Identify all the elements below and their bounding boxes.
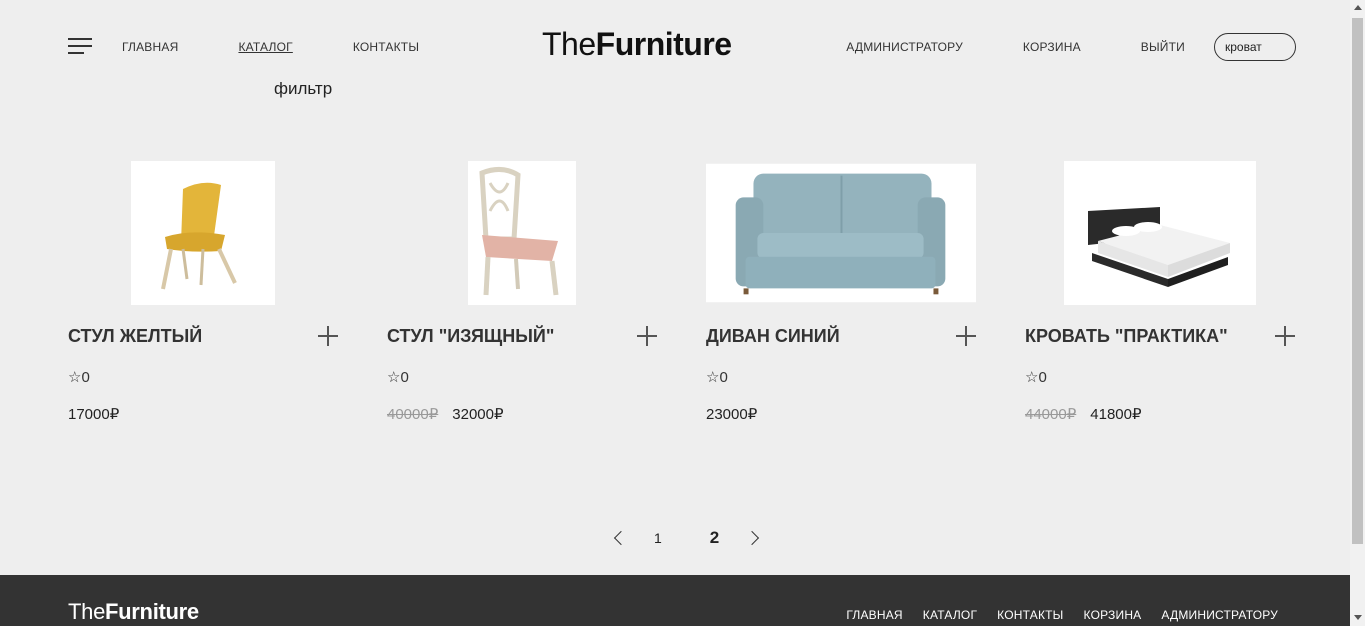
nav-link-home[interactable]: ГЛАВНАЯ (122, 40, 178, 54)
product-image[interactable] (1025, 160, 1295, 306)
nav-link-contacts[interactable]: КОНТАКТЫ (353, 40, 419, 54)
product-prices: 40000₽ 32000₽ (387, 405, 504, 423)
product-old-price: 40000₽ (387, 406, 439, 423)
product-image[interactable] (706, 160, 976, 306)
nav-link-logout[interactable]: ВЫЙТИ (1141, 40, 1185, 54)
site-logo[interactable]: TheFurniture (542, 26, 732, 63)
product-price: 17000₽ (68, 406, 120, 423)
page-link-2[interactable]: 2 (710, 528, 719, 548)
chair-yellow-image (131, 161, 275, 305)
search-input[interactable] (1214, 33, 1296, 61)
pagination: 1 2 (610, 528, 760, 548)
footer-logo[interactable]: TheFurniture (68, 599, 199, 625)
logo-light: The (542, 26, 596, 62)
footer-link-home[interactable]: ГЛАВНАЯ (846, 608, 902, 622)
nav-link-cart[interactable]: КОРЗИНА (1023, 40, 1081, 54)
product-rating: ☆0 (1025, 369, 1047, 386)
product-card[interactable]: ДИВАН СИНИЙ ☆0 23000₽ (706, 160, 976, 423)
footer-logo-light: The (68, 599, 106, 624)
menu-icon[interactable] (68, 38, 92, 56)
product-title[interactable]: КРОВАТЬ "ПРАКТИКА" (1025, 326, 1228, 347)
product-image[interactable] (68, 160, 338, 306)
footer-link-contacts[interactable]: КОНТАКТЫ (997, 608, 1063, 622)
product-title[interactable]: СТУЛ "ИЗЯЩНЫЙ" (387, 326, 554, 347)
product-old-price: 44000₽ (1025, 406, 1077, 423)
sofa-blue-image (706, 163, 976, 303)
add-to-cart-icon[interactable] (637, 326, 657, 346)
footer-link-admin[interactable]: АДМИНИСТРАТОРУ (1161, 608, 1278, 622)
vertical-scrollbar[interactable] (1350, 0, 1365, 626)
product-title[interactable]: ДИВАН СИНИЙ (706, 326, 840, 347)
product-prices: 23000₽ (706, 405, 757, 423)
filter-button[interactable]: фильтр (274, 79, 332, 99)
product-rating: ☆0 (706, 369, 728, 386)
product-prices: 17000₽ (68, 405, 119, 423)
add-to-cart-icon[interactable] (1275, 326, 1295, 346)
scroll-up-icon[interactable] (1354, 5, 1362, 10)
footer: TheFurniture ГЛАВНАЯ КАТАЛОГ КОНТАКТЫ КО… (0, 575, 1350, 626)
scroll-down-icon[interactable] (1354, 615, 1362, 620)
nav-left: ГЛАВНАЯ КАТАЛОГ КОНТАКТЫ (68, 38, 479, 56)
footer-nav: ГЛАВНАЯ КАТАЛОГ КОНТАКТЫ КОРЗИНА АДМИНИС… (826, 608, 1278, 622)
next-page-icon[interactable] (745, 530, 760, 546)
scrollbar-thumb[interactable] (1352, 18, 1363, 544)
add-to-cart-icon[interactable] (956, 326, 976, 346)
footer-link-cart[interactable]: КОРЗИНА (1084, 608, 1142, 622)
footer-logo-bold: Furniture (105, 599, 199, 624)
product-price: 23000₽ (706, 406, 758, 423)
product-price: 41800₽ (1090, 406, 1142, 423)
product-image[interactable] (387, 160, 657, 306)
product-card[interactable]: СТУЛ "ИЗЯЩНЫЙ" ☆0 40000₽ 32000₽ (387, 160, 657, 423)
nav-right: АДМИНИСТРАТОРУ КОРЗИНА ВЫЙТИ (786, 40, 1185, 54)
page-link-1[interactable]: 1 (654, 530, 662, 546)
add-to-cart-icon[interactable] (318, 326, 338, 346)
product-card[interactable]: КРОВАТЬ "ПРАКТИКА" ☆0 44000₽ 41800₽ (1025, 160, 1295, 423)
product-rating: ☆0 (387, 369, 409, 386)
footer-link-catalog[interactable]: КАТАЛОГ (923, 608, 977, 622)
nav-link-admin[interactable]: АДМИНИСТРАТОРУ (846, 40, 963, 54)
product-price: 32000₽ (452, 406, 504, 423)
bed-black-image (1064, 161, 1256, 305)
product-prices: 44000₽ 41800₽ (1025, 405, 1142, 423)
product-card[interactable]: СТУЛ ЖЕЛТЫЙ ☆0 17000₽ (68, 160, 338, 423)
nav-link-catalog[interactable]: КАТАЛОГ (238, 40, 292, 54)
prev-page-icon[interactable] (613, 530, 629, 546)
product-rating: ☆0 (68, 369, 90, 386)
product-title[interactable]: СТУЛ ЖЕЛТЫЙ (68, 326, 202, 347)
chair-elegant-image (468, 161, 576, 305)
logo-bold: Furniture (595, 26, 732, 62)
